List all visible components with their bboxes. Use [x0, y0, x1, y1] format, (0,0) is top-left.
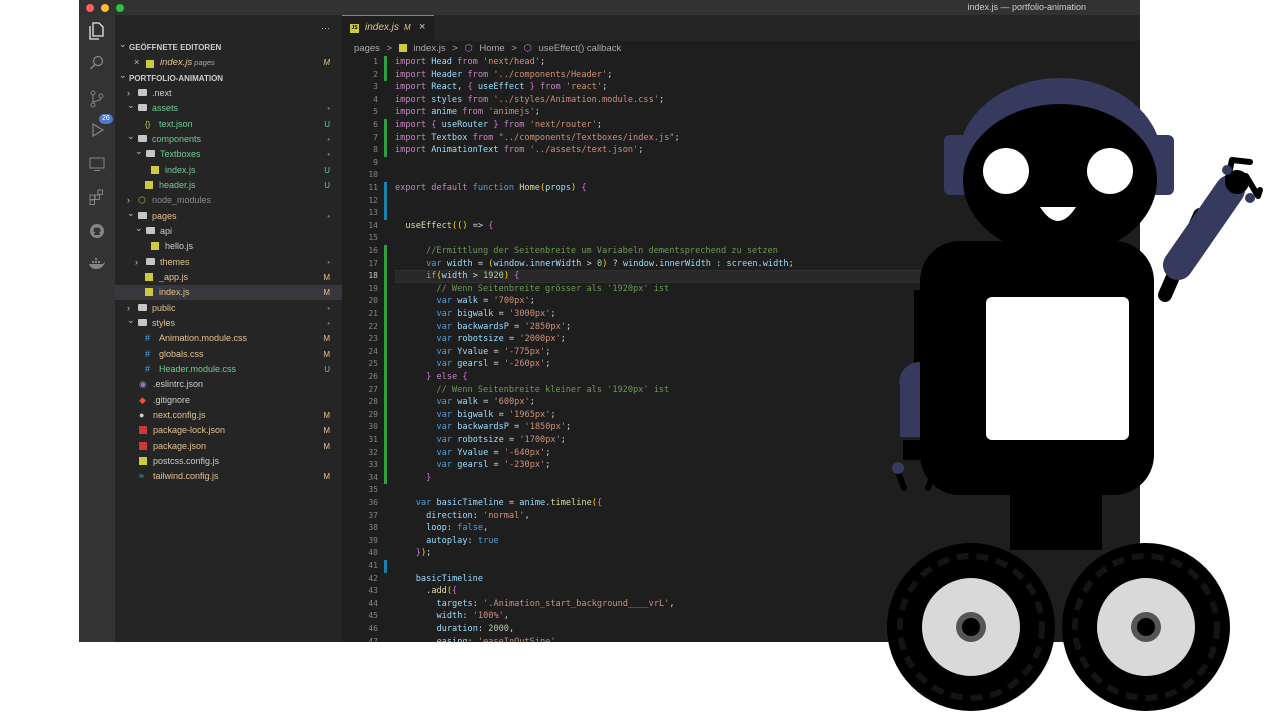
robot-right-wheel [1062, 543, 1230, 711]
robot-right-arm [1158, 157, 1263, 302]
robot-body [920, 241, 1154, 550]
robot-left-wheel [887, 543, 1055, 711]
robot-left-eye [983, 148, 1029, 194]
robot-right-eye [1087, 148, 1133, 194]
robot-head [944, 78, 1174, 256]
robot-illustration [887, 78, 1263, 711]
